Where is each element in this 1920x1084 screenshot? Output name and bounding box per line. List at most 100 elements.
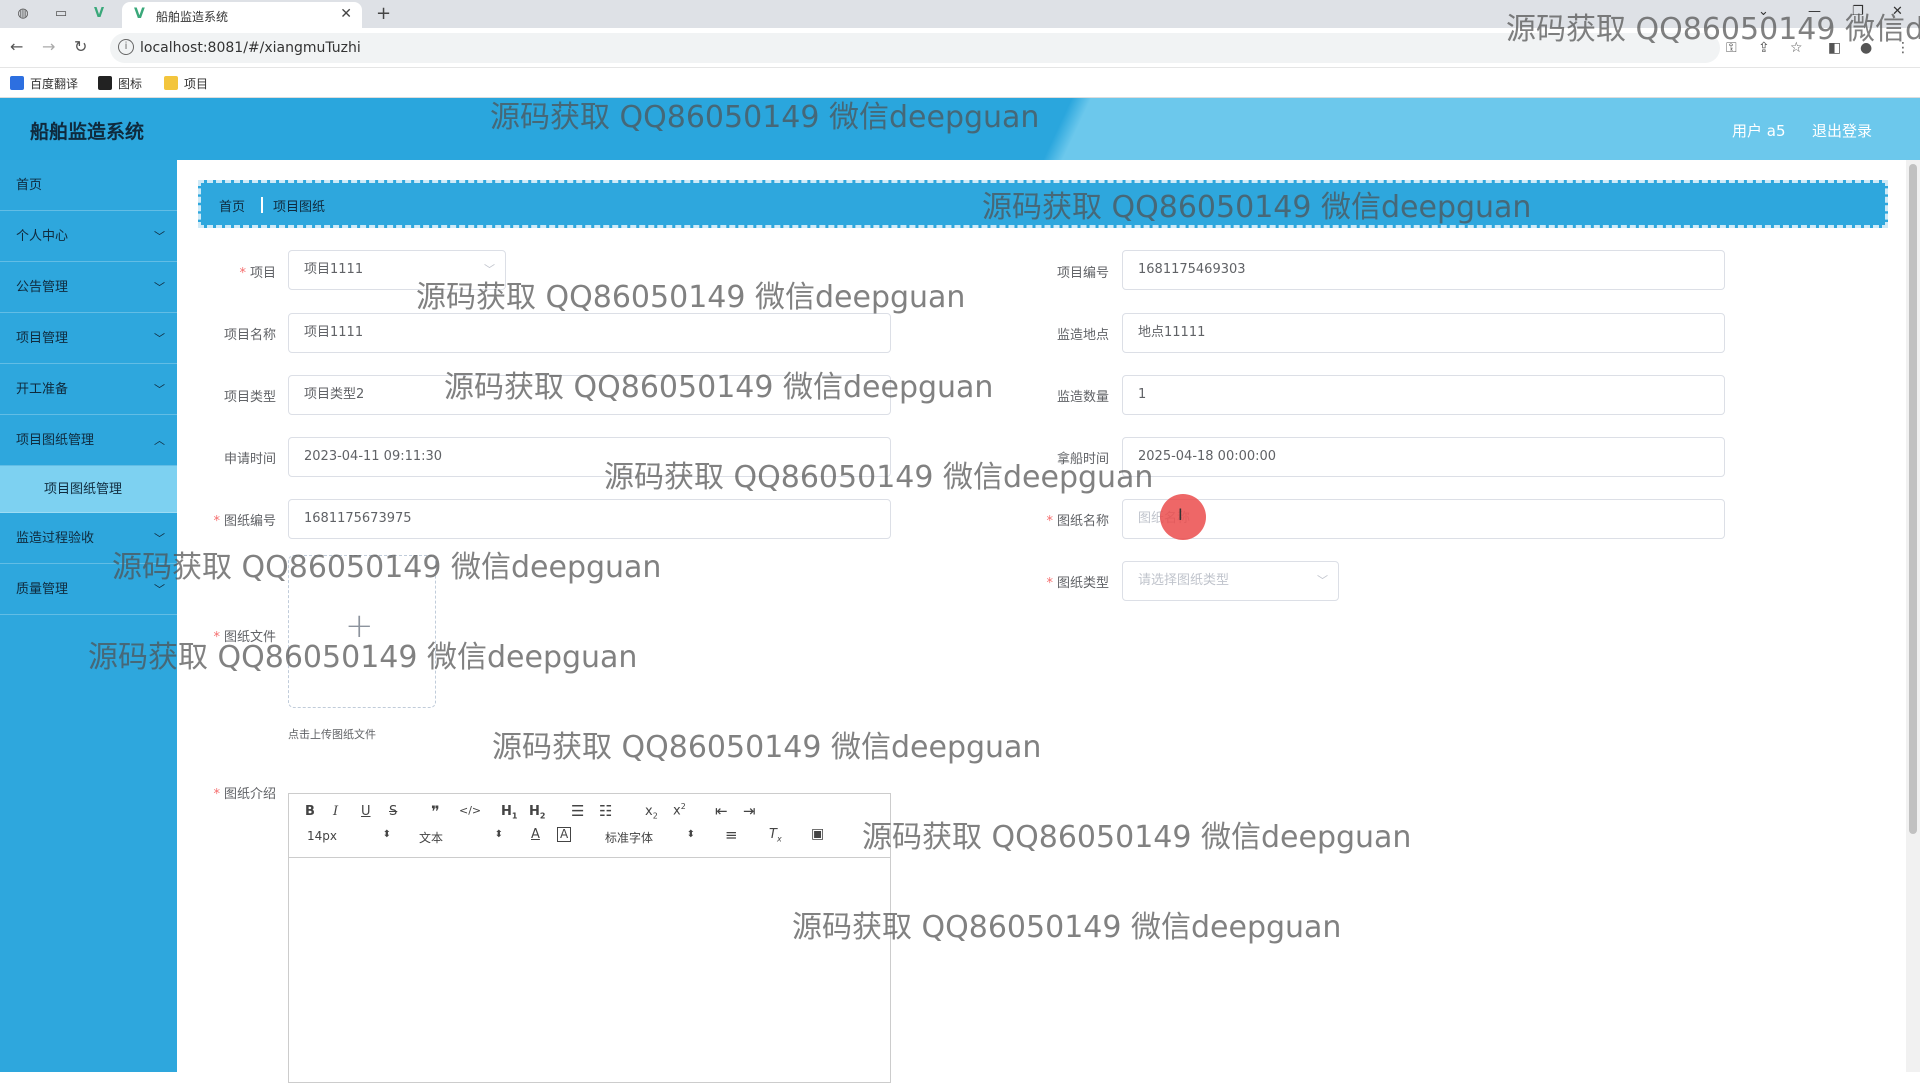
sidepanel-icon[interactable]: ◧ xyxy=(1828,40,1841,56)
project-no-input[interactable]: 1681175469303 xyxy=(1122,250,1725,290)
ordered-list-icon[interactable]: ☰ xyxy=(571,802,584,820)
chevron-down-icon: ﹀ xyxy=(154,383,165,396)
ship-time-input[interactable]: 2025-04-18 00:00:00 xyxy=(1122,437,1725,477)
sidebar-item-project[interactable]: 项目管理 ﹀ xyxy=(0,313,177,364)
drawing-no-input[interactable]: 1681175673975 xyxy=(288,499,891,539)
drawing-no-label: * 图纸编号 xyxy=(213,514,276,529)
url-text: localhost:8081/#/xiangmuTuzhi xyxy=(140,40,361,56)
project-name-input[interactable]: 项目1111 xyxy=(288,313,891,353)
editor-content-area[interactable] xyxy=(289,858,890,1084)
h2-icon[interactable]: H2 xyxy=(529,804,545,821)
globe-icon[interactable]: ◍ xyxy=(14,6,32,22)
drawing-file-upload[interactable]: + xyxy=(288,555,436,708)
info-icon[interactable]: i xyxy=(118,39,134,55)
subscript-icon[interactable]: x2 xyxy=(645,804,658,821)
bookmark-baidu-translate[interactable]: 百度翻译 xyxy=(10,75,78,92)
chevron-down-icon: ﹀ xyxy=(154,583,165,596)
underline-icon[interactable]: U xyxy=(361,804,371,819)
blockquote-icon[interactable]: ❞ xyxy=(431,802,440,821)
sidebar-item-drawing-mgmt[interactable]: 项目图纸管理 ︿ xyxy=(0,415,177,466)
project-select[interactable]: 项目1111 ﹀ xyxy=(288,250,506,290)
apply-time-input[interactable]: 2023-04-11 09:11:30 xyxy=(288,437,891,477)
folder-icon xyxy=(164,76,178,90)
breadcrumb: 首页 项目图纸 xyxy=(198,180,1888,228)
minimize-icon[interactable]: — xyxy=(1808,4,1821,19)
back-icon[interactable]: ← xyxy=(10,37,23,56)
page-scrollbar[interactable] xyxy=(1906,160,1920,1072)
vue-tab-icon[interactable]: V xyxy=(90,6,108,22)
font-size-select[interactable]: 14px ⬍ xyxy=(307,829,391,843)
sidebar-item-start-prep[interactable]: 开工准备 ﹀ xyxy=(0,364,177,415)
bookmark-project[interactable]: 项目 xyxy=(164,75,208,92)
restore-icon[interactable]: ❐ xyxy=(1852,4,1864,19)
location-input[interactable]: 地点11111 xyxy=(1122,313,1725,353)
apply-time-label: 申请时间 xyxy=(223,452,276,467)
drawing-intro-label: * 图纸介绍 xyxy=(213,787,276,802)
indent-icon[interactable]: ⇥ xyxy=(743,802,756,820)
location-label: 监造地点 xyxy=(1056,328,1109,343)
chevron-down-icon: ﹀ xyxy=(154,332,165,345)
chevron-down-icon: ﹀ xyxy=(154,532,165,545)
updown-icon: ⬍ xyxy=(382,829,391,840)
project-label: * 项目 xyxy=(239,266,276,281)
share-icon[interactable]: ⇪ xyxy=(1758,40,1770,56)
project-no-label: 项目编号 xyxy=(1056,266,1109,281)
drawing-file-label: * 图纸文件 xyxy=(213,630,276,645)
clear-format-icon[interactable]: Tx xyxy=(769,827,782,844)
breadcrumb-home[interactable]: 首页 xyxy=(219,196,245,215)
h1-icon[interactable]: H1 xyxy=(501,804,517,821)
blank-tab-icon[interactable]: ▭ xyxy=(52,6,70,22)
breadcrumb-separator xyxy=(261,197,263,213)
close-tab-icon[interactable]: ✕ xyxy=(340,6,352,22)
browser-tabstrip: ◍ ▭ V V 船舶监造系统 ✕ + ⌄ — ❐ ✕ xyxy=(0,0,1920,28)
image-icon[interactable]: ▣ xyxy=(811,826,824,842)
menu-icon[interactable]: ⋮ xyxy=(1896,40,1910,56)
updown-icon: ⬍ xyxy=(494,829,503,840)
rich-text-editor: B I U S ❞ </> H1 H2 ☰ ☷ x2 x2 ⇤ ⇥ 14px ⬍ … xyxy=(288,793,891,1083)
background-color-icon[interactable]: A xyxy=(557,827,572,842)
quantity-input[interactable]: 1 xyxy=(1122,375,1725,415)
translate-icon xyxy=(10,76,24,90)
ship-time-label: 拿船时间 xyxy=(1056,452,1109,467)
chevron-down-icon: ﹀ xyxy=(1317,574,1328,587)
image-icon xyxy=(98,76,112,90)
strike-icon[interactable]: S xyxy=(389,804,397,819)
font-color-icon[interactable]: A xyxy=(531,827,540,842)
sidebar-item-home[interactable]: 首页 xyxy=(0,160,177,211)
profile-icon[interactable]: ● xyxy=(1860,40,1872,56)
sidebar-subitem-drawing-mgmt[interactable]: 项目图纸管理 xyxy=(0,466,177,513)
star-icon[interactable]: ☆ xyxy=(1790,40,1803,56)
key-icon[interactable]: ⚿ xyxy=(1726,40,1737,56)
sidebar-item-personal-center[interactable]: 个人中心 ﹀ xyxy=(0,211,177,262)
scrollbar-thumb[interactable] xyxy=(1909,164,1917,834)
editor-toolbar: B I U S ❞ </> H1 H2 ☰ ☷ x2 x2 ⇤ ⇥ 14px ⬍ … xyxy=(289,794,890,858)
drawing-type-select[interactable]: 请选择图纸类型 ﹀ xyxy=(1122,561,1339,601)
superscript-icon[interactable]: x2 xyxy=(673,802,686,818)
new-tab-icon[interactable]: + xyxy=(376,3,391,24)
active-tab[interactable]: V 船舶监造系统 ✕ xyxy=(122,2,362,28)
chevron-down-icon[interactable]: ⌄ xyxy=(1758,4,1769,19)
app-header: 船舶监造系统 用户 a5 退出登录 xyxy=(0,98,1920,160)
project-type-input[interactable]: 项目类型2 xyxy=(288,375,891,415)
tab-title: 船舶监造系统 xyxy=(156,10,229,24)
window-close-icon[interactable]: ✕ xyxy=(1892,4,1903,19)
code-icon[interactable]: </> xyxy=(459,804,481,817)
align-icon[interactable]: ≡ xyxy=(725,826,738,844)
sidebar-item-acceptance[interactable]: 监造过程验收 ﹀ xyxy=(0,513,177,564)
italic-icon[interactable]: I xyxy=(333,804,338,819)
logout-button[interactable]: 退出登录 xyxy=(1812,120,1872,141)
reload-icon[interactable]: ↻ xyxy=(74,37,87,56)
url-field[interactable]: i localhost:8081/#/xiangmuTuzhi xyxy=(110,33,1720,63)
bold-icon[interactable]: B xyxy=(305,804,315,819)
drawing-name-input[interactable]: 图纸名称 xyxy=(1122,499,1725,539)
project-name-label: 项目名称 xyxy=(223,328,276,343)
outdent-icon[interactable]: ⇤ xyxy=(715,802,728,820)
bookmark-icons[interactable]: 图标 xyxy=(98,75,142,92)
bookmarks-bar: 百度翻译 图标 项目 xyxy=(0,68,1920,98)
font-family-select[interactable]: 标准字体 ⬍ xyxy=(605,829,695,846)
format-select[interactable]: 文本 ⬍ xyxy=(419,829,503,846)
bullet-list-icon[interactable]: ☷ xyxy=(599,802,612,820)
sidebar-item-notice[interactable]: 公告管理 ﹀ xyxy=(0,262,177,313)
forward-icon[interactable]: → xyxy=(42,37,55,56)
sidebar-item-quality[interactable]: 质量管理 ﹀ xyxy=(0,564,177,615)
